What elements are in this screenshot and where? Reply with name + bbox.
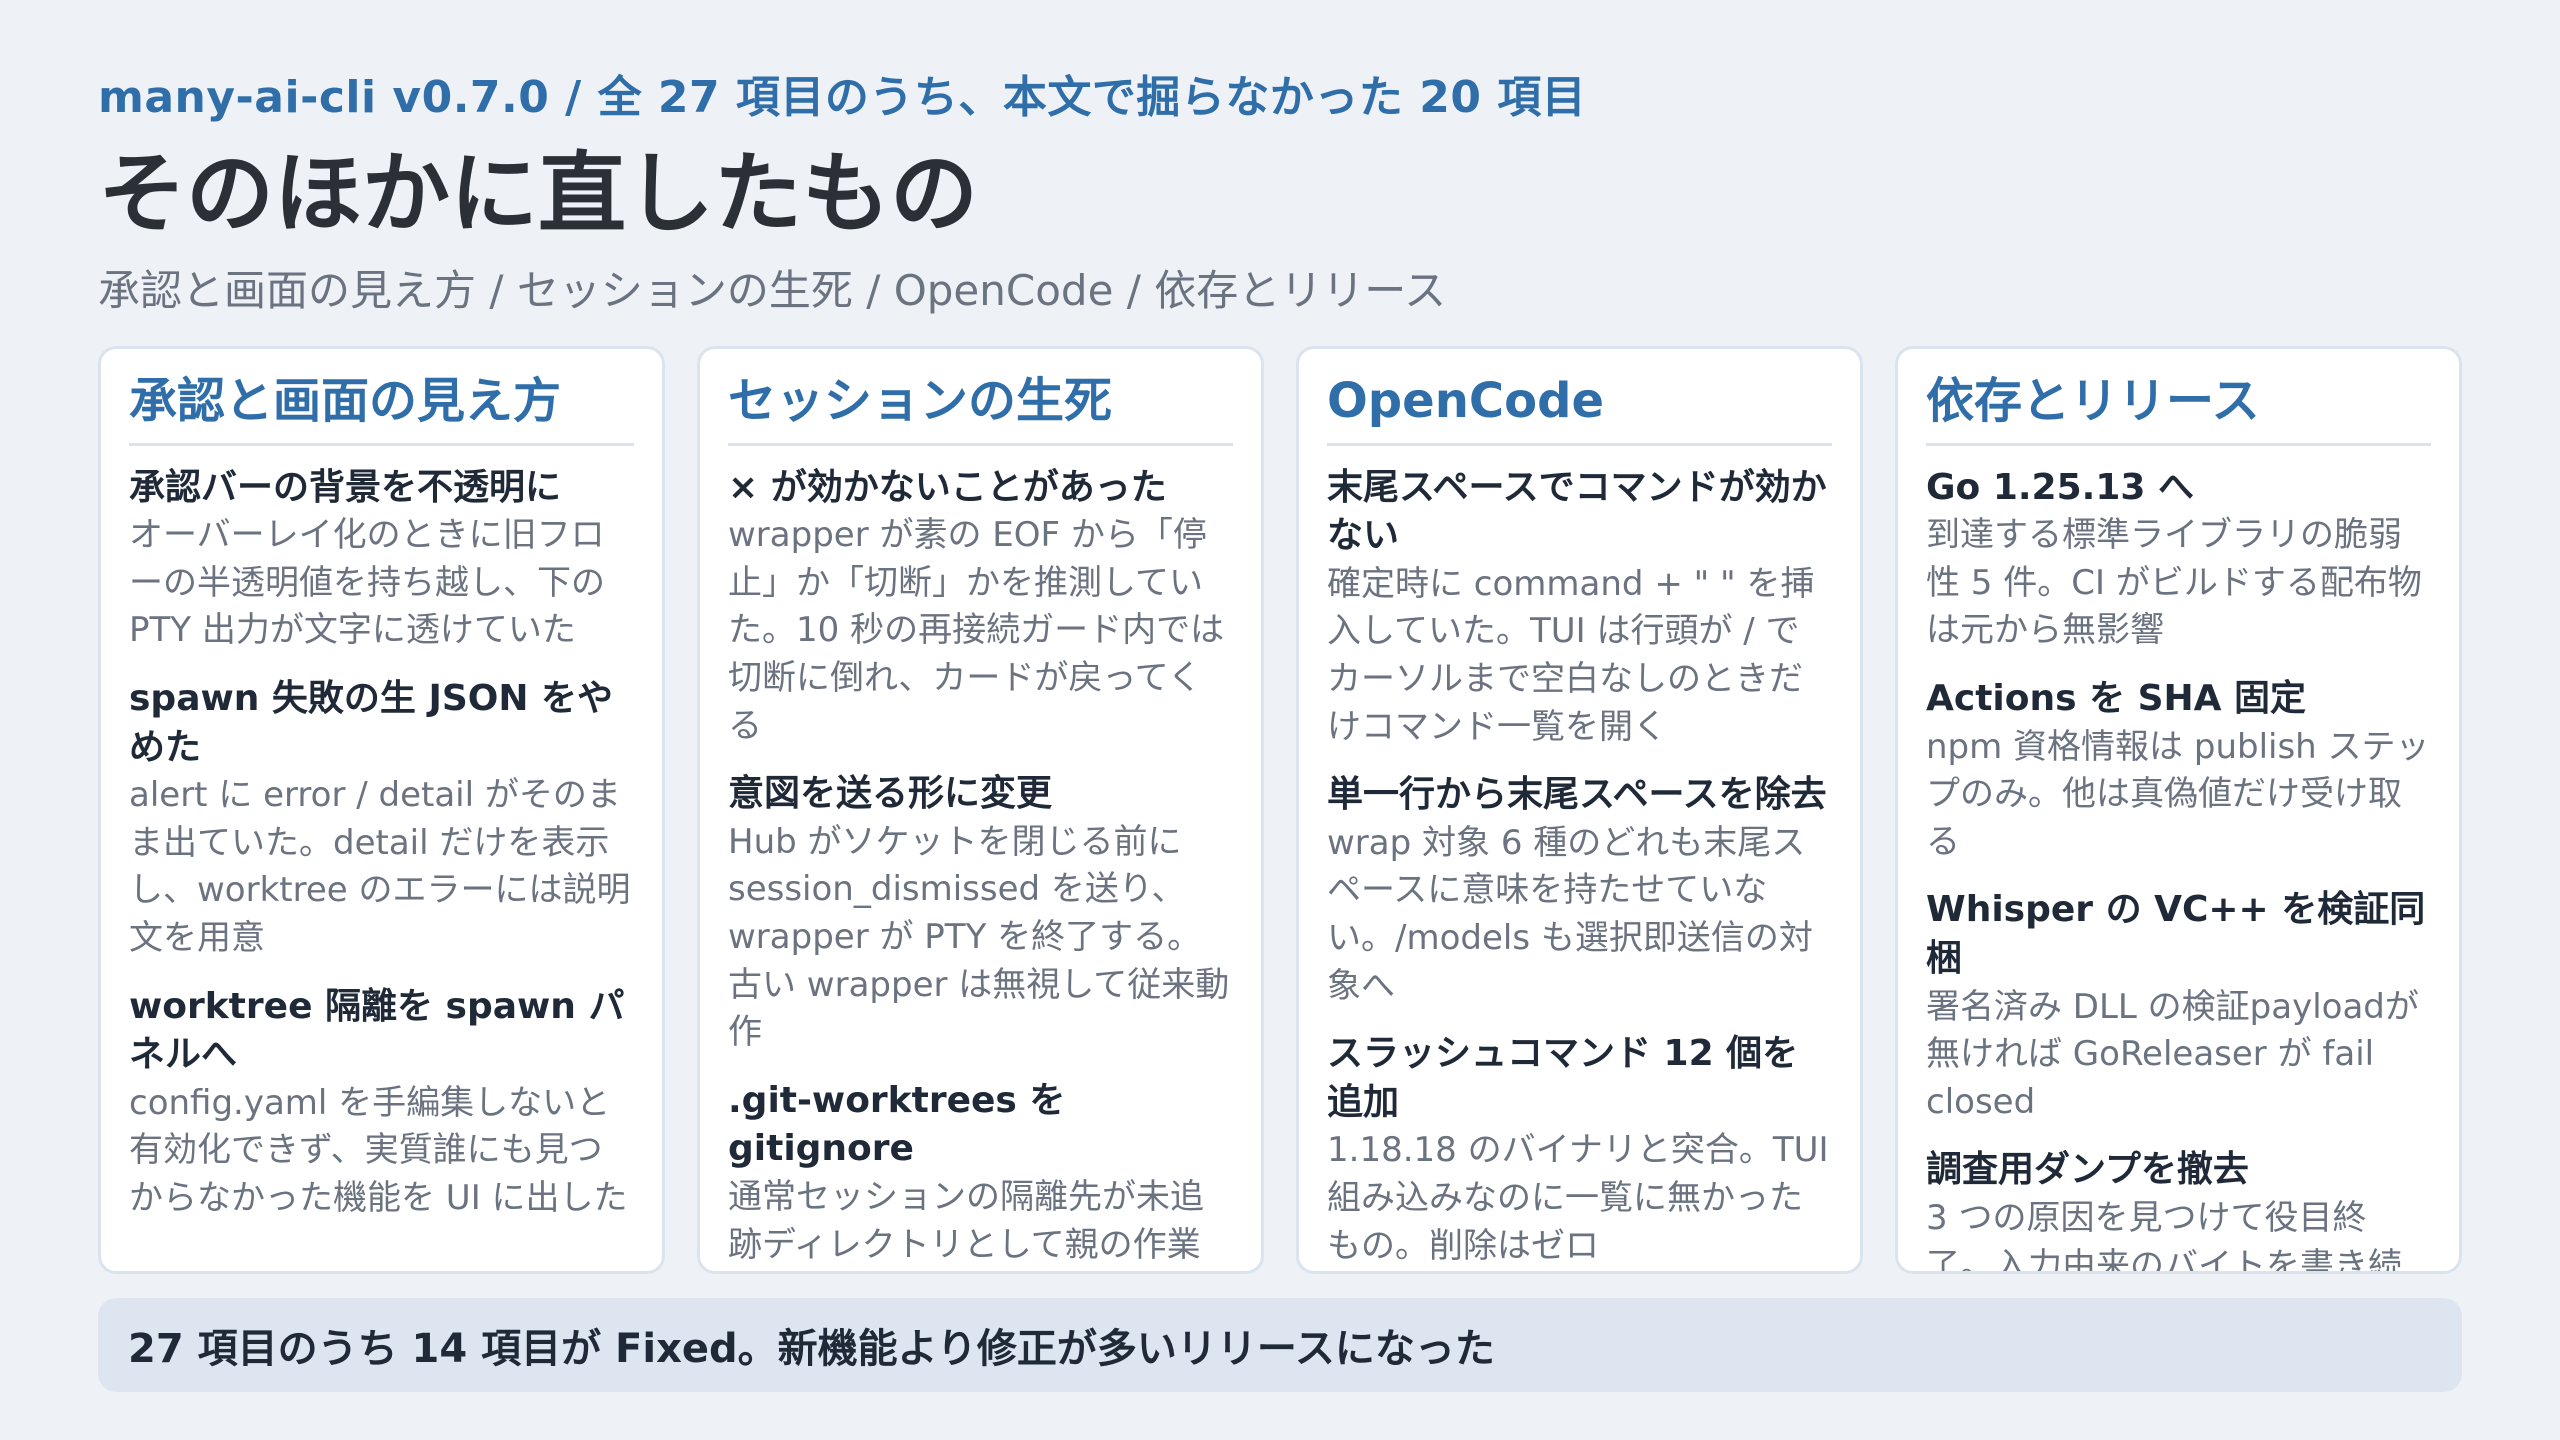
item-title: × が効かないことがあった — [728, 466, 1167, 508]
summary-footer: 27 項目のうち 14 項目が Fixed。新機能より修正が多いリリースになった — [98, 1298, 2462, 1392]
item-title: 単一行から末尾スペースを除去 — [1327, 774, 1827, 816]
item-title: スラッシュコマンド 12 個を追加 — [1327, 1033, 1799, 1123]
list-item: worktree 隔離を spawn パネルへ config.yaml を手編集… — [129, 983, 634, 1223]
list-item: 単一行から末尾スペースを除去 wrap 対象 6 種のどれも末尾スペースに意味を… — [1327, 771, 1832, 1010]
item-title: spawn 失敗の生 JSON をやめた — [129, 677, 614, 768]
category-cards: 承認と画面の見え方 承認バーの背景を不透明に オーバーレイ化のときに旧フローの半… — [98, 346, 2462, 1274]
card-session-lifecycle: セッションの生死 × が効かないことがあった wrapper が素の EOF か… — [697, 346, 1264, 1274]
list-item: スラッシュコマンド 12 個を追加 1.18.18 のバイナリと突合。TUI 組… — [1327, 1030, 1832, 1270]
item-description: 確定時に command + " " を挿入していた。TUI は行頭が / でカ… — [1327, 563, 1815, 747]
card-title: セッションの生死 — [728, 373, 1233, 446]
item-description: 到達する標準ライブラリの脆弱性 5 件。CI がビルドする配布物は元から無影響 — [1926, 515, 2422, 651]
item-title: Whisper の VC++ を検証同梱 — [1926, 889, 2426, 979]
kicker-text: many-ai-cli v0.7.0 / 全 27 項目のうち、本文で掘らなかっ… — [98, 72, 1587, 123]
card-title: OpenCode — [1327, 373, 1832, 446]
item-description: wrapper が素の EOF から「停止」か「切断」かを推測していた。10 秒… — [728, 515, 1225, 746]
list-item: Whisper の VC++ を検証同梱 署名済み DLL の検証payload… — [1926, 886, 2431, 1126]
page-title: そのほかに直したもの — [98, 141, 979, 245]
card-deps-release: 依存とリリース Go 1.25.13 へ 到達する標準ライブラリの脆弱性 5 件… — [1895, 346, 2462, 1274]
card-opencode: OpenCode 末尾スペースでコマンドが効かない 確定時に command +… — [1296, 346, 1863, 1274]
item-title: worktree 隔離を spawn パネルへ — [129, 985, 625, 1076]
list-item: × が効かないことがあった wrapper が素の EOF から「停止」か「切断… — [728, 464, 1233, 751]
page-subtitle: 承認と画面の見え方 / セッションの生死 / OpenCode / 依存とリリー… — [98, 265, 1447, 315]
list-item: Actions を SHA 固定 npm 資格情報は publish ステップの… — [1926, 675, 2431, 866]
item-title: 調査用ダンプを撤去 — [1926, 1149, 2249, 1191]
list-item: 調査用ダンプを撤去 3 つの原因を見つけて役目終了。入力由来のバイトを書き続ける… — [1926, 1146, 2431, 1274]
item-title: .git-worktrees を gitignore — [728, 1079, 1066, 1170]
item-title: Actions を SHA 固定 — [1926, 677, 2307, 719]
item-description: 署名済み DLL の検証payloadが無ければ GoReleaser が fa… — [1926, 986, 2419, 1122]
list-item: 承認バーの背景を不透明に オーバーレイ化のときに旧フローの半透明値を持ち越し、下… — [129, 464, 634, 655]
card-approval-display: 承認と画面の見え方 承認バーの背景を不透明に オーバーレイ化のときに旧フローの半… — [98, 346, 665, 1274]
item-title: 承認バーの背景を不透明に — [129, 466, 562, 508]
item-description: オーバーレイ化のときに旧フローの半透明値を持ち越し、下の PTY 出力が文字に透… — [129, 515, 605, 651]
list-item: Go 1.25.13 へ 到達する標準ライブラリの脆弱性 5 件。CI がビルド… — [1926, 464, 2431, 655]
list-item: spawn 失敗の生 JSON をやめた alert に error / det… — [129, 675, 634, 963]
item-description: 通常セッションの隔離先が未追跡ディレクトリとして親の作業ツリーに残っていた — [728, 1176, 1204, 1265]
item-title: 意図を送る形に変更 — [728, 773, 1053, 815]
item-description: config.yaml を手編集しないと有効化できず、実質誰にも見つからなかった… — [129, 1082, 628, 1218]
item-title: 末尾スペースでコマンドが効かない — [1327, 466, 1827, 557]
card-title: 承認と画面の見え方 — [129, 373, 634, 446]
item-description: wrap 対象 6 種のどれも末尾スペースに意味を持たせていない。/models… — [1327, 822, 1813, 1006]
item-description: alert に error / detail がそのまま出ていた。detail … — [129, 775, 631, 958]
header: many-ai-cli v0.7.0 / 全 27 項目のうち、本文で掘らなかっ… — [98, 72, 2458, 316]
list-item: 意図を送る形に変更 Hub がソケットを閉じる前に session_dismis… — [728, 770, 1233, 1057]
card-title: 依存とリリース — [1926, 373, 2431, 446]
item-description: 1.18.18 のバイナリと突合。TUI 組み込みなのに一覧に無かったもの。削除… — [1327, 1130, 1829, 1266]
list-item: .git-worktrees を gitignore 通常セッションの隔離先が未… — [728, 1077, 1233, 1271]
list-item: 末尾スペースでコマンドが効かない 確定時に command + " " を挿入し… — [1327, 464, 1832, 752]
item-description: 3 つの原因を見つけて役目終了。入力由来のバイトを書き続ける価値と釣り合わない — [1926, 1197, 2402, 1274]
item-title: Go 1.25.13 へ — [1926, 466, 2194, 508]
item-description: npm 資格情報は publish ステップのみ。他は真偽値だけ受け取る — [1926, 726, 2430, 862]
item-description: Hub がソケットを閉じる前に session_dismissed を送り、wr… — [728, 821, 1230, 1053]
